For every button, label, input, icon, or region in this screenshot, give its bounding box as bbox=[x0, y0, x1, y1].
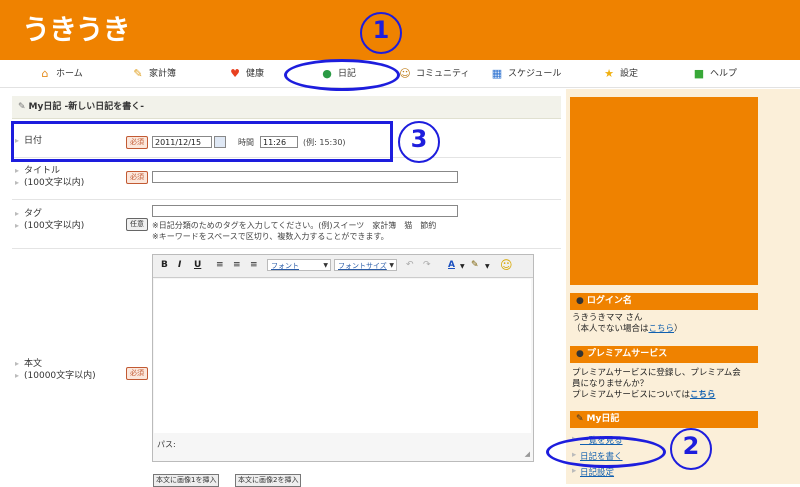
global-nav: ⌂ ホーム ✎ 家計簿 ♥ 健康 ● 日記 ☺ コミュニティ ▦ スケジュール ★ 設定 ■ ヘ… bbox=[0, 60, 800, 88]
font-select[interactable]: フォント ▼ bbox=[267, 259, 331, 271]
nav-item-household[interactable]: ✎ 家計簿 bbox=[131, 60, 176, 87]
tag-label: タグ bbox=[15, 208, 42, 220]
help-icon: ■ bbox=[693, 67, 705, 80]
heart-icon: ♥ bbox=[230, 67, 240, 80]
marker-number: 2 bbox=[682, 432, 700, 460]
body-textarea[interactable] bbox=[154, 279, 531, 433]
undo-icon[interactable]: ↶ bbox=[406, 260, 414, 270]
nav-item-label: 健康 bbox=[246, 69, 265, 79]
nav-item-schedule[interactable]: ▦ スケジュール bbox=[490, 60, 562, 87]
editor-path: パス: bbox=[157, 440, 176, 449]
tag-limit: (100文字以内) bbox=[15, 220, 84, 232]
premium-text-3: プレミアムサービスについてはこちら bbox=[572, 390, 760, 401]
nav-item-label: ヘルプ bbox=[710, 69, 738, 79]
premium-heading: ● プレミアムサービス bbox=[570, 346, 758, 363]
diary-heading-text: My日記 bbox=[586, 414, 620, 424]
login-name: うきうきママ さん bbox=[572, 313, 643, 323]
login-heading-text: ログイン名 bbox=[586, 296, 632, 306]
nav-item-settings[interactable]: ★ 設定 bbox=[602, 60, 638, 87]
nav-item-label: 家計簿 bbox=[149, 69, 177, 79]
page-title-text: My日記 -新しい日記を書く- bbox=[28, 102, 144, 112]
chevron-down-icon[interactable]: ▼ bbox=[460, 263, 465, 270]
tag-row: タグ (100文字以内) 任意 ※日記分類のためのタグを入力してください。(例)… bbox=[12, 200, 561, 249]
tag-input[interactable] bbox=[152, 205, 458, 217]
page-title: ✎ My日記 -新しい日記を書く- bbox=[12, 96, 561, 119]
diary-heading: ✎ My日記 bbox=[570, 411, 758, 428]
required-badge: 必須 bbox=[126, 367, 148, 380]
rich-text-editor: B I U ≡ ≡ ≡ フォント ▼ フォントサイズ ▼ ↶ ↷ A ▼ ✎ ▼ ☺… bbox=[152, 254, 534, 462]
text-color-icon[interactable]: A bbox=[448, 260, 455, 270]
annotation-ring-1 bbox=[284, 59, 400, 91]
community-icon: ☺ bbox=[399, 67, 411, 80]
align-center-icon[interactable]: ≡ bbox=[233, 260, 241, 270]
sidebar: ● ログイン名 うきうきママ さん （本人でない場合はこちら） ● プレミアムサービ… bbox=[566, 89, 800, 484]
nav-item-label: ホーム bbox=[56, 69, 83, 79]
user-icon: ● bbox=[576, 296, 584, 306]
sidebar-banner[interactable] bbox=[570, 97, 758, 285]
nav-item-label: コミュニティ bbox=[416, 69, 470, 79]
chevron-down-icon[interactable]: ▼ bbox=[485, 263, 490, 270]
font-select-label: フォント bbox=[271, 262, 299, 270]
resize-handle-icon[interactable]: ◢ bbox=[525, 450, 530, 458]
annotation-marker-2: 2 bbox=[670, 428, 714, 472]
italic-button[interactable]: I bbox=[178, 260, 181, 270]
insert-image-2-button[interactable]: 本文に画像2を挿入 bbox=[235, 474, 302, 487]
marker-number: 1 bbox=[372, 16, 390, 44]
annotation-marker-1: 1 bbox=[360, 12, 404, 56]
calendar-icon: ▦ bbox=[491, 67, 503, 80]
premium-info-link[interactable]: こちら bbox=[690, 390, 716, 400]
pencil-icon: ✎ bbox=[133, 67, 143, 80]
tag-help-2: ※キーワードをスペースで区切り、複数入力することができます。 bbox=[152, 232, 389, 241]
home-icon: ⌂ bbox=[41, 67, 49, 80]
premium-text-1: プレミアムサービスに登録し、プレミアム会 bbox=[572, 368, 741, 378]
align-right-icon[interactable]: ≡ bbox=[250, 260, 258, 270]
site-logo[interactable]: うきうき bbox=[22, 8, 130, 48]
body-limit: (10000文字以内) bbox=[15, 370, 96, 382]
nav-item-community[interactable]: ☺ コミュニティ bbox=[398, 60, 469, 87]
highlight-icon[interactable]: ✎ bbox=[471, 260, 479, 270]
premium-text-2: 員になりませんか？ bbox=[572, 379, 649, 389]
login-note-prefix: （本人でない場合は bbox=[572, 324, 649, 334]
title-row: タイトル (100文字以内) 必須 bbox=[12, 158, 561, 200]
nav-item-label: スケジュール bbox=[508, 69, 562, 79]
chevron-down-icon: ▼ bbox=[389, 262, 394, 269]
pencil-icon: ✎ bbox=[18, 102, 26, 112]
title-limit: (100文字以内) bbox=[15, 177, 84, 189]
chevron-down-icon: ▼ bbox=[323, 262, 328, 269]
marker-number: 3 bbox=[410, 125, 428, 153]
star-icon: ★ bbox=[604, 67, 614, 80]
login-note: （本人でない場合はこちら） bbox=[572, 324, 760, 335]
font-size-select[interactable]: フォントサイズ ▼ bbox=[334, 259, 397, 271]
emoticon-icon[interactable]: ☺ bbox=[500, 258, 513, 272]
pencil-icon: ✎ bbox=[576, 414, 584, 424]
redo-icon[interactable]: ↷ bbox=[423, 260, 431, 270]
body-label: 本文 bbox=[15, 358, 42, 370]
annotation-ring-2 bbox=[546, 436, 666, 468]
editor-toolbar: B I U ≡ ≡ ≡ フォント ▼ フォントサイズ ▼ ↶ ↷ A ▼ ✎ ▼ ☺ bbox=[153, 255, 533, 278]
underline-button[interactable]: U bbox=[194, 260, 201, 270]
tag-help-1: ※日記分類のためのタグを入力してください。(例)スイーツ 家計簿 猫 節約 bbox=[152, 221, 437, 230]
required-badge: 必須 bbox=[126, 171, 148, 184]
user-icon: ● bbox=[576, 349, 584, 359]
align-left-icon[interactable]: ≡ bbox=[216, 260, 224, 270]
optional-badge: 任意 bbox=[126, 218, 148, 231]
nav-item-label: 設定 bbox=[620, 69, 639, 79]
title-input[interactable] bbox=[152, 171, 458, 183]
font-size-label: フォントサイズ bbox=[338, 262, 387, 270]
login-switch-link[interactable]: こちら bbox=[649, 324, 675, 334]
nav-item-health[interactable]: ♥ 健康 bbox=[228, 60, 264, 87]
insert-image-1-button[interactable]: 本文に画像1を挿入 bbox=[153, 474, 220, 487]
bold-button[interactable]: B bbox=[161, 260, 168, 270]
premium-text-3-prefix: プレミアムサービスについては bbox=[572, 390, 690, 400]
login-heading: ● ログイン名 bbox=[570, 293, 758, 310]
annotation-marker-3: 3 bbox=[398, 121, 442, 165]
annotation-box-3 bbox=[11, 121, 393, 162]
title-label: タイトル bbox=[15, 165, 60, 177]
nav-item-home[interactable]: ⌂ ホーム bbox=[38, 60, 83, 87]
login-note-suffix: ） bbox=[674, 324, 683, 334]
premium-heading-text: プレミアムサービス bbox=[586, 349, 668, 359]
nav-item-help[interactable]: ■ ヘルプ bbox=[692, 60, 737, 87]
